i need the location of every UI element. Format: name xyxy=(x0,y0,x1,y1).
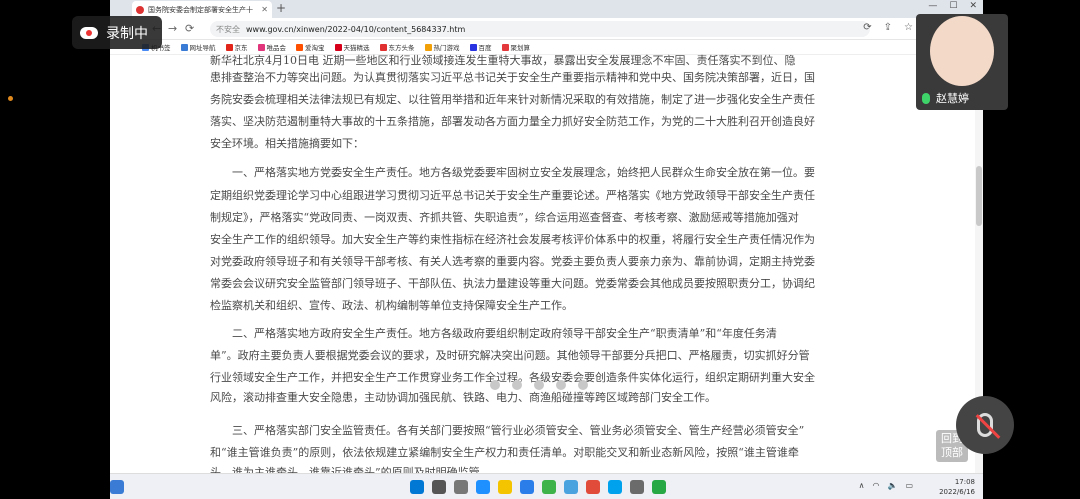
maximize-icon[interactable]: ☐ xyxy=(949,1,957,11)
close-tab-icon[interactable]: ✕ xyxy=(261,5,268,14)
participant-name: 赵慧婷 xyxy=(936,92,969,105)
explorer-icon[interactable] xyxy=(498,480,512,494)
task-view-icon[interactable] xyxy=(454,480,468,494)
toolbar-buttons: ⟳ ⇪ ☆ xyxy=(863,22,913,33)
article-line: 落实、坚决防范遏制重特大事故的十五条措施，部署发动各方面力量全力抓好安全防范工作… xyxy=(210,115,815,128)
article-line: 单”。政府主要负责人要根据党委会议的要求，及时研究解决突出问题。其他领导干部要分… xyxy=(210,349,810,362)
clock-date: 2022/6/16 xyxy=(939,488,975,496)
participant-tile[interactable]: 赵慧婷 xyxy=(916,14,1008,110)
system-tray: ∧ ◠ 🔈 ▭ xyxy=(859,481,913,490)
clock[interactable]: 17:08 2022/6/16 xyxy=(939,477,975,497)
article-line: 务院安委会梳理相关法律法规已有规定、以往管用举措和近年来针对新情况采取的有效措施… xyxy=(210,93,815,106)
article-line: 一、严格落实地方党委安全生产责任。地方各级党委要牢固树立安全发展理念，始终把人民… xyxy=(232,166,815,179)
article-line: 对党委政府领导班子和有关领导干部考核、有关人选考察的重要内容。党委主要负责人要亲… xyxy=(210,255,815,268)
close-window-icon[interactable]: ✕ xyxy=(969,1,977,11)
tab-title: 国务院安委会制定部署安全生产十 xyxy=(148,5,253,14)
clock-time: 17:08 xyxy=(954,478,975,486)
app-icon[interactable] xyxy=(586,480,600,494)
search-icon[interactable] xyxy=(432,480,446,494)
forward-icon[interactable]: → xyxy=(168,22,177,35)
loading-dots xyxy=(490,380,588,390)
mute-button[interactable] xyxy=(956,396,1014,454)
article-line: 患排查整治不力等突出问题。为认真贯彻落实习近平总书记关于安全生产重要指示精神和党… xyxy=(210,71,815,84)
cloud-record-icon xyxy=(80,26,98,39)
indicator-dot xyxy=(8,96,13,101)
recording-label: 录制中 xyxy=(106,25,148,42)
avatar xyxy=(930,16,994,86)
article-line: 安全生产工作的组织领导。加大安全生产等约束性指标在经济社会发展考核评价体系中的权… xyxy=(210,233,815,246)
wifi-icon[interactable]: ◠ xyxy=(872,481,879,490)
browser-tab-bar: 国务院安委会制定部署安全生产十 ✕ + — ☐ ✕ xyxy=(110,0,983,18)
store-icon[interactable] xyxy=(520,480,534,494)
favorite-star-icon[interactable]: ☆ xyxy=(904,22,913,33)
participant-name-bar: 赵慧婷 xyxy=(916,88,1008,108)
edge-icon[interactable] xyxy=(476,480,490,494)
share-icon[interactable]: ⇪ xyxy=(884,22,892,33)
reload-icon[interactable]: ⟳ xyxy=(185,22,194,35)
url-text: www.gov.cn/xinwen/2022-04/10/content_568… xyxy=(246,24,466,34)
battery-icon[interactable]: ▭ xyxy=(905,481,913,490)
taskbar-widget-icon[interactable] xyxy=(110,480,124,494)
shared-screen: 国务院安委会制定部署安全生产十 ✕ + — ☐ ✕ ← → ⟳ 不安全 www.… xyxy=(110,0,983,499)
video-frame: 国务院安委会制定部署安全生产十 ✕ + — ☐ ✕ ← → ⟳ 不安全 www.… xyxy=(0,0,1080,499)
taskbar: ∧ ◠ 🔈 ▭ 17:08 2022/6/16 xyxy=(110,473,983,499)
window-controls: — ☐ ✕ xyxy=(928,1,977,11)
app-icon[interactable] xyxy=(608,480,622,494)
article-line: 常委会会议研究安全监管部门领导班子、干部队伍、执法力量建设等重大问题。党委常委会… xyxy=(210,277,815,290)
chevron-up-icon[interactable]: ∧ xyxy=(859,481,865,490)
address-row: ← → ⟳ 不安全 www.gov.cn/xinwen/2022-04/10/c… xyxy=(110,18,983,40)
refresh-icon[interactable]: ⟳ xyxy=(863,22,871,33)
article-line: 定期组织党委理论学习中心组跟进学习贯彻习近平总书记关于安全生产重要论述。严格落实… xyxy=(210,189,815,202)
recording-indicator[interactable]: 录制中 xyxy=(72,16,162,49)
app-icon[interactable] xyxy=(564,480,578,494)
mic-muted-icon xyxy=(977,413,993,437)
article-line: 二、严格落实地方政府安全生产责任。地方各级政府要组织制定政府领导干部安全生产“职… xyxy=(232,327,777,340)
app-icon[interactable] xyxy=(652,480,666,494)
scrollbar-thumb[interactable] xyxy=(976,166,982,226)
article-line: 风险，滚动排查重大安全隐患，主动协调加强民航、铁路、电力、商渔船碰撞等跨区域跨部… xyxy=(210,391,716,404)
not-secure-label: 不安全 xyxy=(216,24,240,34)
start-icon[interactable] xyxy=(410,480,424,494)
browser-icon[interactable] xyxy=(542,480,556,494)
article-line: 安全环境。相关措施摘要如下： xyxy=(210,137,364,150)
article-line: 检监察机关和组织、宣传、政法、机构编制等单位支持保障安全生产工作。 xyxy=(210,299,573,312)
bookmark-icon xyxy=(180,43,188,51)
minimize-icon[interactable]: — xyxy=(928,1,937,11)
article-line: 和“谁主管谁负责”的原则，依法依规建立紧编制安全生产权力和责任清单。对职能交叉和… xyxy=(210,446,799,459)
address-bar[interactable]: 不安全 www.gov.cn/xinwen/2022-04/10/content… xyxy=(210,21,870,37)
mic-active-icon xyxy=(922,92,930,104)
new-tab-button[interactable]: + xyxy=(276,1,286,15)
article-line: 制规定》，严格落实“党政同责、一岗双责、齐抓共管、失职追责”，综合运用巡查督查、… xyxy=(210,211,799,224)
app-icon[interactable] xyxy=(630,480,644,494)
gov-favicon-icon xyxy=(136,5,144,14)
article-line: 三、严格落实部门安全监管责任。各有关部门要按照“管行业必须管安全、管业务必须管安… xyxy=(232,424,805,437)
volume-icon[interactable]: 🔈 xyxy=(887,481,897,490)
